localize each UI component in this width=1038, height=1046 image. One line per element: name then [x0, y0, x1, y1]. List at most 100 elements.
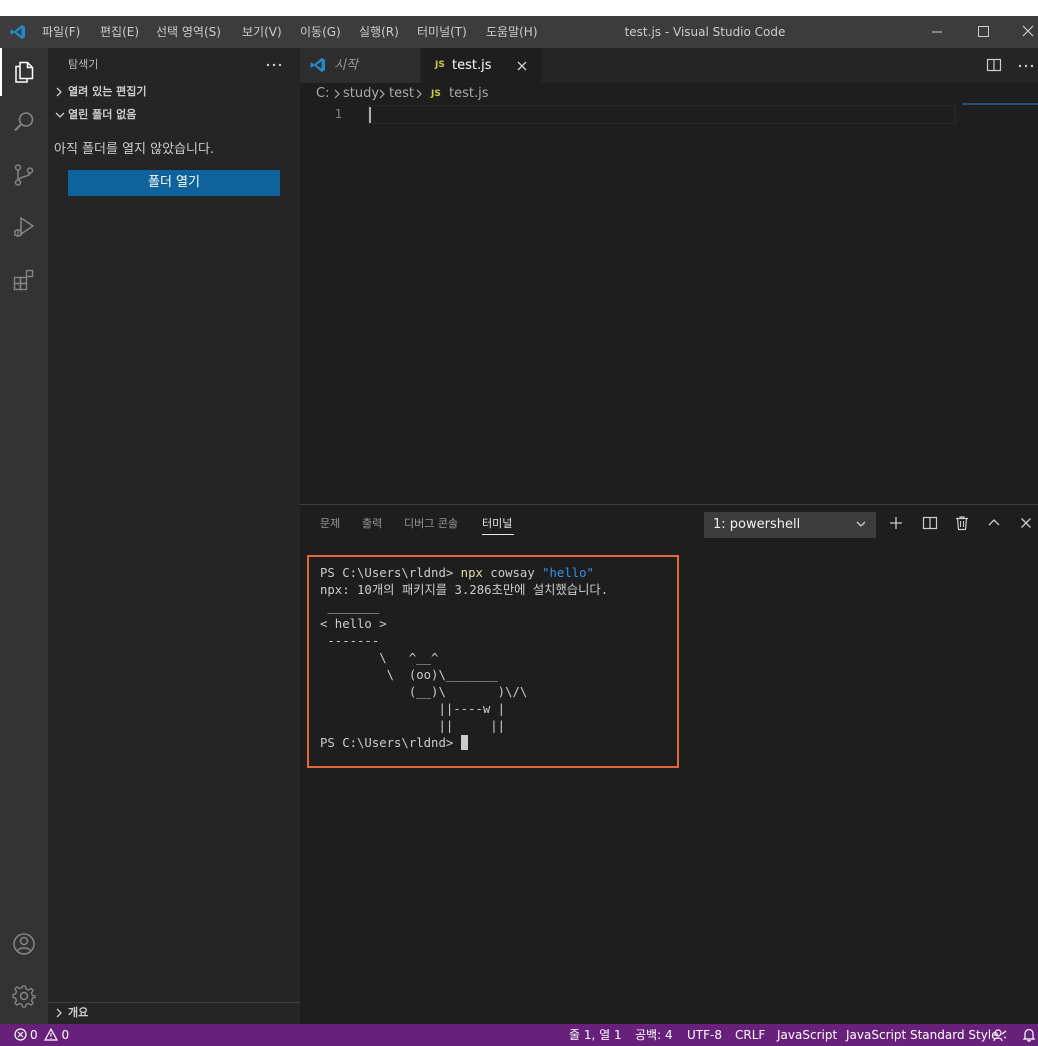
tab-test-js[interactable]: JS test.js [421, 48, 541, 83]
activity-bar [0, 48, 48, 1024]
menu-view[interactable]: 보기(V) [242, 16, 282, 48]
menu-file[interactable]: 파일(F) [42, 16, 80, 48]
linter-status[interactable]: JavaScript Standard Style [846, 1024, 999, 1046]
outline-section[interactable]: 개요 [48, 1002, 300, 1024]
accounts-button[interactable] [0, 920, 48, 968]
breadcrumb-file[interactable]: test.js [449, 83, 488, 105]
error-icon [14, 1028, 27, 1041]
menu-help[interactable]: 도움말(H) [486, 16, 538, 48]
js-file-icon: JS [431, 89, 441, 99]
terminal-line: (__)\ )\/\ [320, 685, 528, 699]
terminal-output[interactable]: PS C:\Users\rldnd> npx cowsay "hello" npx… [320, 565, 608, 752]
gear-icon [12, 985, 36, 1008]
close-tab-icon[interactable] [515, 59, 529, 73]
maximize-panel-icon[interactable] [986, 515, 1002, 531]
tab-terminal[interactable]: 터미널 [482, 505, 512, 543]
line-number: 1 [334, 107, 342, 121]
no-folder-label: 열린 폴더 없음 [68, 108, 137, 121]
end-of-line[interactable]: CRLF [735, 1024, 765, 1046]
terminal-line: PS C:\Users\rldnd> [320, 735, 608, 752]
split-editor-icon[interactable] [986, 57, 1002, 73]
trash-icon[interactable] [954, 515, 970, 531]
files-icon [15, 61, 34, 83]
terminal-cursor [460, 735, 468, 750]
title-bar: 파일(F) 편집(E) 선택 영역(S) 보기(V) 이동(G) 실행(R) 터… [0, 16, 1038, 48]
status-bar: 0 0 줄 1, 열 1 공백: 4 UTF-8 CRLF JavaScript… [0, 1024, 1038, 1046]
terminal-line: npx: 10개의 패키지를 3.286초만에 설치했습니다. [320, 583, 609, 597]
tab-output[interactable]: 출력 [362, 505, 382, 543]
terminal-line: < hello > [320, 617, 387, 631]
terminal-line: _______ [320, 600, 380, 614]
terminal-line: PS C:\Users\rldnd> npx cowsay "hello" [320, 566, 594, 580]
tab-problems[interactable]: 문제 [320, 505, 340, 543]
no-folder-section[interactable]: 열린 폴더 없음 [48, 104, 300, 126]
terminal-line: ||----w | [320, 702, 506, 716]
js-file-icon: JS [435, 60, 445, 70]
bell-icon[interactable] [1022, 1028, 1036, 1042]
minimize-button[interactable] [914, 16, 960, 48]
chevron-right-icon [378, 89, 386, 99]
terminal-line: || || [320, 719, 506, 733]
menu-go[interactable]: 이동(G) [300, 16, 341, 48]
terminal-line: \ (oo)\_______ [320, 668, 498, 682]
vscode-logo-icon [10, 24, 26, 40]
run-debug-button[interactable] [0, 203, 48, 251]
active-tab-underline [482, 534, 514, 535]
window-title: test.js - Visual Studio Code [624, 25, 786, 39]
extensions-icon [13, 269, 34, 291]
feedback-icon[interactable] [993, 1028, 1007, 1042]
source-control-icon [14, 164, 34, 186]
account-icon [13, 933, 35, 955]
run-debug-icon [14, 216, 35, 237]
breadcrumb-study[interactable]: study [343, 83, 379, 105]
split-terminal-icon[interactable] [922, 515, 938, 531]
terminal-select[interactable]: 1: powershell [704, 512, 876, 538]
vscode-logo-icon [310, 57, 326, 73]
language-mode[interactable]: JavaScript [777, 1024, 837, 1046]
terminal-line: ------- [320, 634, 380, 648]
close-panel-icon[interactable] [1018, 515, 1034, 531]
menu-terminal[interactable]: 터미널(T) [417, 16, 467, 48]
tab-welcome[interactable]: 시작 [300, 48, 420, 83]
open-editors-label: 열려 있는 편집기 [68, 85, 147, 98]
editor-area: 시작 JS test.js C: study test JS test.js 1 [300, 48, 1038, 504]
terminal-line: \ ^__^ [320, 651, 439, 665]
tab-test-js-label: test.js [452, 58, 492, 73]
sidebar-title: 탐색기 [68, 58, 99, 71]
open-folder-button[interactable]: 폴더 열기 [68, 170, 280, 196]
more-actions-icon[interactable] [264, 55, 284, 75]
more-actions-icon[interactable] [1016, 56, 1036, 76]
current-line-highlight [368, 105, 956, 124]
editor-tab-bar: 시작 JS test.js [300, 48, 1038, 83]
source-control-button[interactable] [0, 151, 48, 199]
extensions-button[interactable] [0, 255, 48, 303]
cursor-position[interactable]: 줄 1, 열 1 [569, 1024, 622, 1046]
problems-status[interactable]: 0 0 [14, 1024, 69, 1046]
minimap-slider[interactable] [962, 103, 1038, 105]
chevron-right-icon [54, 1007, 64, 1019]
manage-button[interactable] [0, 972, 48, 1020]
terminal-select-value: 1: powershell [713, 517, 801, 532]
code-editor[interactable]: 1 [300, 103, 1038, 504]
chevron-right-icon [415, 89, 423, 99]
maximize-button[interactable] [960, 16, 1006, 48]
search-icon [14, 112, 34, 132]
explorer-button[interactable] [0, 48, 48, 96]
menu-run[interactable]: 실행(R) [359, 16, 399, 48]
search-button[interactable] [0, 98, 48, 146]
chevron-right-icon [54, 86, 64, 98]
encoding[interactable]: UTF-8 [687, 1024, 722, 1046]
chevron-down-icon [54, 109, 66, 121]
no-folder-message: 아직 폴더를 열지 않았습니다. [54, 142, 215, 157]
close-window-button[interactable] [1006, 16, 1038, 48]
indentation[interactable]: 공백: 4 [635, 1024, 673, 1046]
menu-selection[interactable]: 선택 영역(S) [156, 16, 221, 48]
tab-welcome-label: 시작 [334, 58, 358, 73]
tab-debug-console[interactable]: 디버그 콘솔 [404, 505, 458, 543]
menu-edit[interactable]: 편집(E) [100, 16, 139, 48]
breadcrumb-drive[interactable]: C: [316, 83, 329, 105]
breadcrumb-test[interactable]: test [389, 83, 414, 105]
chevron-right-icon [333, 89, 341, 99]
open-editors-section[interactable]: 열려 있는 편집기 [48, 81, 300, 103]
new-terminal-icon[interactable] [888, 515, 904, 531]
